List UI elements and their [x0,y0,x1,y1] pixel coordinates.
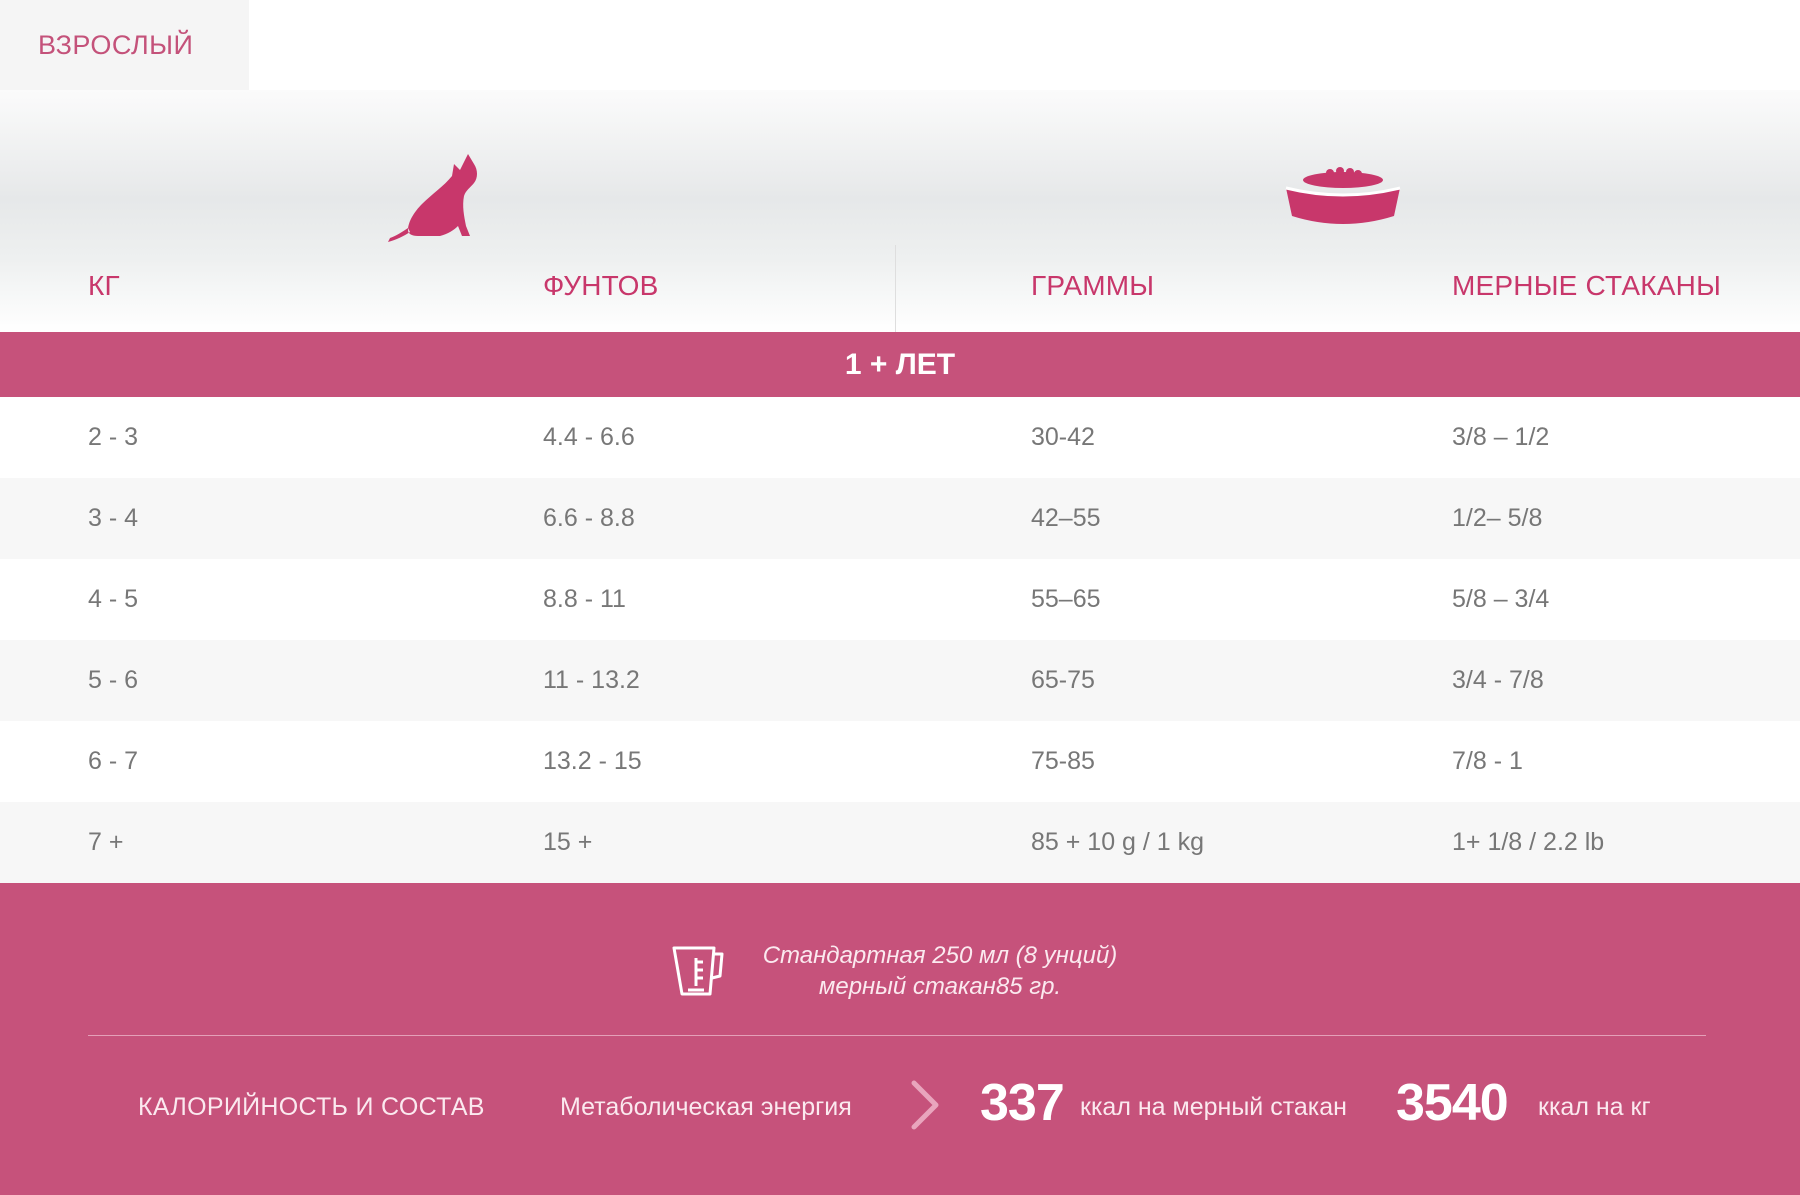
table-row: 5 - 6 11 - 13.2 65-75 3/4 - 7/8 [0,640,1800,721]
calories-title: КАЛОРИЙНОСТЬ И СОСТАВ [138,1093,485,1121]
cell-pounds: 15 + [543,828,593,856]
cell-kg: 6 - 7 [88,747,139,775]
cell-grams: 75-85 [1031,747,1095,775]
table-row: 3 - 4 6.6 - 8.8 42–55 1/2– 5/8 [0,478,1800,559]
cell-kg: 7 + [88,828,124,856]
tab-adult[interactable]: ВЗРОСЛЫЙ [0,0,249,90]
cell-grams: 85 + 10 g / 1 kg [1031,828,1205,856]
cell-grams: 65-75 [1031,666,1095,694]
energy-label: Метаболическая энергия [560,1093,852,1121]
cell-grams: 42–55 [1031,504,1101,532]
feeding-guide-page: ВЗРОСЛЫЙ КГ ФУНТОВ ГРАММЫ МЕРНЫЕ СТАКАНЫ… [0,0,1800,1195]
footer-divider [88,1035,1706,1036]
food-bowl-icon [1285,167,1401,224]
column-header-kg: КГ [88,270,120,301]
cell-pounds: 6.6 - 8.8 [543,504,635,532]
calorie-footer: Стандартная 250 мл (8 унций) мерный стак… [0,883,1800,1195]
table-row: 6 - 7 13.2 - 15 75-85 7/8 - 1 [0,721,1800,802]
cell-cups: 3/4 - 7/8 [1452,666,1544,694]
cell-grams: 55–65 [1031,585,1101,613]
table-row: 4 - 5 8.8 - 11 55–65 5/8 – 3/4 [0,559,1800,640]
cell-cups: 5/8 – 3/4 [1452,585,1550,613]
cell-pounds: 13.2 - 15 [543,747,642,775]
cell-grams: 30-42 [1031,423,1095,451]
cell-cups: 3/8 – 1/2 [1452,423,1550,451]
column-header-grams: ГРАММЫ [1031,270,1155,301]
feeding-table: 2 - 3 4.4 - 6.6 30-42 3/8 – 1/2 3 - 4 6.… [0,397,1800,883]
tab-bar: ВЗРОСЛЫЙ [0,0,1800,90]
age-group-band: 1 + ЛЕТ [0,332,1800,397]
cell-pounds: 4.4 - 6.6 [543,423,635,451]
table-row: 7 + 15 + 85 + 10 g / 1 kg 1+ 1/8 / 2.2 l… [0,802,1800,883]
kcal-per-kg-value: 3540 [1396,1074,1509,1132]
kcal-per-cup-value: 337 [980,1074,1065,1132]
kcal-per-kg-unit: ккал на кг [1538,1093,1651,1121]
cell-kg: 4 - 5 [88,585,139,613]
cell-pounds: 8.8 - 11 [543,585,626,613]
kcal-per-cup-unit: ккал на мерный стакан [1080,1093,1347,1121]
cell-kg: 5 - 6 [88,666,139,694]
column-header-cups: МЕРНЫЕ СТАКАНЫ [1452,270,1722,301]
cell-kg: 3 - 4 [88,504,139,532]
cell-cups: 1+ 1/8 / 2.2 lb [1452,828,1605,856]
column-header-pounds: ФУНТОВ [543,270,659,301]
measuring-cup-icon [672,946,724,996]
cell-cups: 7/8 - 1 [1452,747,1523,775]
cell-pounds: 11 - 13.2 [543,666,640,694]
cat-silhouette-icon [388,154,477,242]
cup-description-line-2: мерный стакан85 гр. [818,973,1062,1000]
cell-kg: 2 - 3 [88,423,139,451]
chevron-right-icon [911,1080,939,1130]
cup-description-line-1: Стандартная 250 мл (8 унций) [762,942,1118,969]
cell-cups: 1/2– 5/8 [1452,504,1543,532]
cup-description: Стандартная 250 мл (8 унций) мерный стак… [740,940,1140,1002]
table-row: 2 - 3 4.4 - 6.6 30-42 3/8 – 1/2 [0,397,1800,478]
